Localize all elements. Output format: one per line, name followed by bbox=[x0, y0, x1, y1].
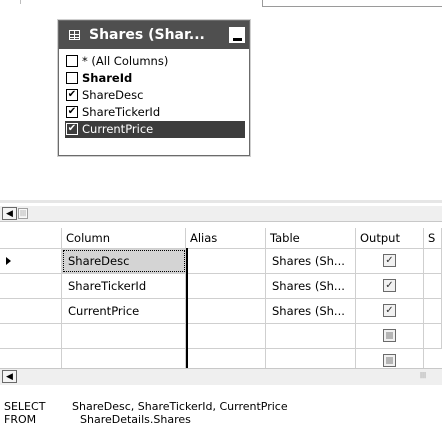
column-label: ShareId bbox=[82, 71, 133, 85]
output-checkbox[interactable]: ✓ bbox=[383, 254, 396, 267]
output-checkbox-indeterminate[interactable] bbox=[383, 329, 396, 342]
other-table-box-edge bbox=[262, 0, 442, 7]
scroll-thumb[interactable]: ||| bbox=[18, 208, 28, 219]
output-cell[interactable]: ✓ bbox=[356, 274, 424, 298]
grid-row[interactable]: ShareTickerId Shares (Sh... ✓ bbox=[0, 273, 442, 298]
alias-cell[interactable] bbox=[186, 249, 266, 273]
column-label: ShareDesc bbox=[82, 88, 144, 102]
header-sort-type[interactable]: S bbox=[424, 228, 442, 248]
checkbox-checked[interactable]: ✔ bbox=[66, 123, 78, 135]
column-item-shareid[interactable]: ShareId bbox=[65, 70, 245, 87]
column-item-shareticker[interactable]: ✔ ShareTickerId bbox=[65, 104, 245, 121]
diagram-edge bbox=[20, 0, 21, 4]
column-item-sharedesc[interactable]: ✔ ShareDesc bbox=[65, 87, 245, 104]
checkbox-checked[interactable]: ✔ bbox=[66, 106, 78, 118]
column-cell[interactable] bbox=[62, 324, 186, 348]
column-item-currentprice[interactable]: ✔ CurrentPrice bbox=[65, 121, 245, 138]
row-header-column bbox=[0, 228, 62, 248]
scroll-left-button[interactable]: ◀ bbox=[2, 207, 17, 220]
column-cell[interactable]: ShareTickerId bbox=[62, 274, 186, 298]
output-checkbox-indeterminate[interactable] bbox=[383, 354, 396, 367]
table-cell[interactable]: Shares (Sh... bbox=[266, 249, 356, 273]
grid-row[interactable]: CurrentPrice Shares (Sh... ✓ bbox=[0, 298, 442, 323]
table-box-header[interactable]: Shares (Shar... bbox=[59, 21, 249, 49]
grid-row[interactable]: ShareDesc Shares (Sh... ✓ bbox=[0, 248, 442, 273]
scroll-left-button[interactable]: ◀ bbox=[2, 370, 17, 383]
minimize-icon bbox=[233, 38, 242, 41]
row-selector[interactable] bbox=[0, 324, 62, 348]
header-column[interactable]: Column bbox=[62, 228, 186, 248]
table-cell[interactable]: Shares (Sh... bbox=[266, 274, 356, 298]
output-checkbox[interactable]: ✓ bbox=[383, 304, 396, 317]
row-selector[interactable] bbox=[0, 274, 62, 298]
grid-row-empty[interactable] bbox=[0, 348, 442, 369]
alias-cell[interactable] bbox=[186, 324, 266, 348]
table-box-shares[interactable]: Shares (Shar... * (All Columns) ShareId … bbox=[58, 20, 250, 156]
column-item-all[interactable]: * (All Columns) bbox=[65, 53, 245, 70]
grid-row-empty[interactable] bbox=[0, 323, 442, 348]
table-cell[interactable] bbox=[266, 324, 356, 348]
grid-hscrollbar[interactable]: ◀ ||| bbox=[0, 368, 442, 385]
grip-icon: ||| bbox=[419, 372, 427, 379]
sort-type-cell[interactable] bbox=[424, 249, 442, 273]
alias-cell[interactable] bbox=[186, 349, 266, 369]
column-list: * (All Columns) ShareId ✔ ShareDesc ✔ Sh… bbox=[65, 53, 245, 138]
sql-keyword-select: SELECT bbox=[4, 400, 46, 413]
criteria-grid: Column Alias Table Output S ShareDesc Sh… bbox=[0, 228, 442, 378]
sql-pane[interactable]: SELECT ShareDesc, ShareTickerId, Current… bbox=[0, 396, 442, 433]
grip-icon: ||| bbox=[19, 210, 27, 217]
output-cell[interactable] bbox=[356, 349, 424, 369]
checkbox[interactable] bbox=[66, 55, 78, 67]
output-cell[interactable] bbox=[356, 324, 424, 348]
row-selector[interactable] bbox=[0, 349, 62, 369]
table-cell[interactable] bbox=[266, 349, 356, 369]
header-output[interactable]: Output bbox=[356, 228, 424, 248]
sql-select-list: ShareDesc, ShareTickerId, CurrentPrice bbox=[72, 400, 288, 413]
left-arrow-icon: ◀ bbox=[6, 209, 13, 219]
minimize-button[interactable] bbox=[229, 27, 245, 43]
checkbox-checked[interactable]: ✔ bbox=[66, 89, 78, 101]
table-cell[interactable]: Shares (Sh... bbox=[266, 299, 356, 323]
alias-cell[interactable] bbox=[186, 274, 266, 298]
current-row-icon bbox=[6, 257, 11, 265]
column-cell[interactable] bbox=[62, 349, 186, 369]
scroll-thumb[interactable]: ||| bbox=[418, 371, 428, 382]
checkbox[interactable] bbox=[66, 72, 78, 84]
left-arrow-icon: ◀ bbox=[6, 372, 13, 382]
header-table[interactable]: Table bbox=[266, 228, 356, 248]
column-label: CurrentPrice bbox=[82, 122, 154, 136]
sql-keyword-from: FROM bbox=[4, 413, 37, 426]
pane-splitter[interactable] bbox=[0, 200, 442, 203]
row-selector[interactable] bbox=[0, 249, 62, 273]
sql-from-source: ShareDetails.Shares bbox=[80, 413, 191, 426]
diagram-pane[interactable]: Shares (Shar... * (All Columns) ShareId … bbox=[0, 0, 442, 200]
column-cell[interactable]: ShareDesc bbox=[62, 249, 186, 273]
sort-type-cell[interactable] bbox=[424, 274, 442, 298]
output-cell[interactable]: ✓ bbox=[356, 249, 424, 273]
alias-cell[interactable] bbox=[186, 299, 266, 323]
output-checkbox[interactable]: ✓ bbox=[383, 279, 396, 292]
output-cell[interactable]: ✓ bbox=[356, 299, 424, 323]
header-alias[interactable]: Alias bbox=[186, 228, 266, 248]
diagram-hscrollbar[interactable]: ◀ ||| bbox=[0, 206, 442, 222]
sort-type-cell[interactable] bbox=[424, 324, 442, 348]
column-label: * (All Columns) bbox=[82, 54, 169, 68]
row-selector[interactable] bbox=[0, 299, 62, 323]
table-icon bbox=[69, 30, 80, 40]
table-box-title: Shares (Shar... bbox=[89, 27, 205, 43]
column-resize-divider[interactable] bbox=[186, 248, 188, 373]
column-label: ShareTickerId bbox=[82, 105, 161, 119]
column-cell[interactable]: CurrentPrice bbox=[62, 299, 186, 323]
sort-type-cell[interactable] bbox=[424, 299, 442, 323]
